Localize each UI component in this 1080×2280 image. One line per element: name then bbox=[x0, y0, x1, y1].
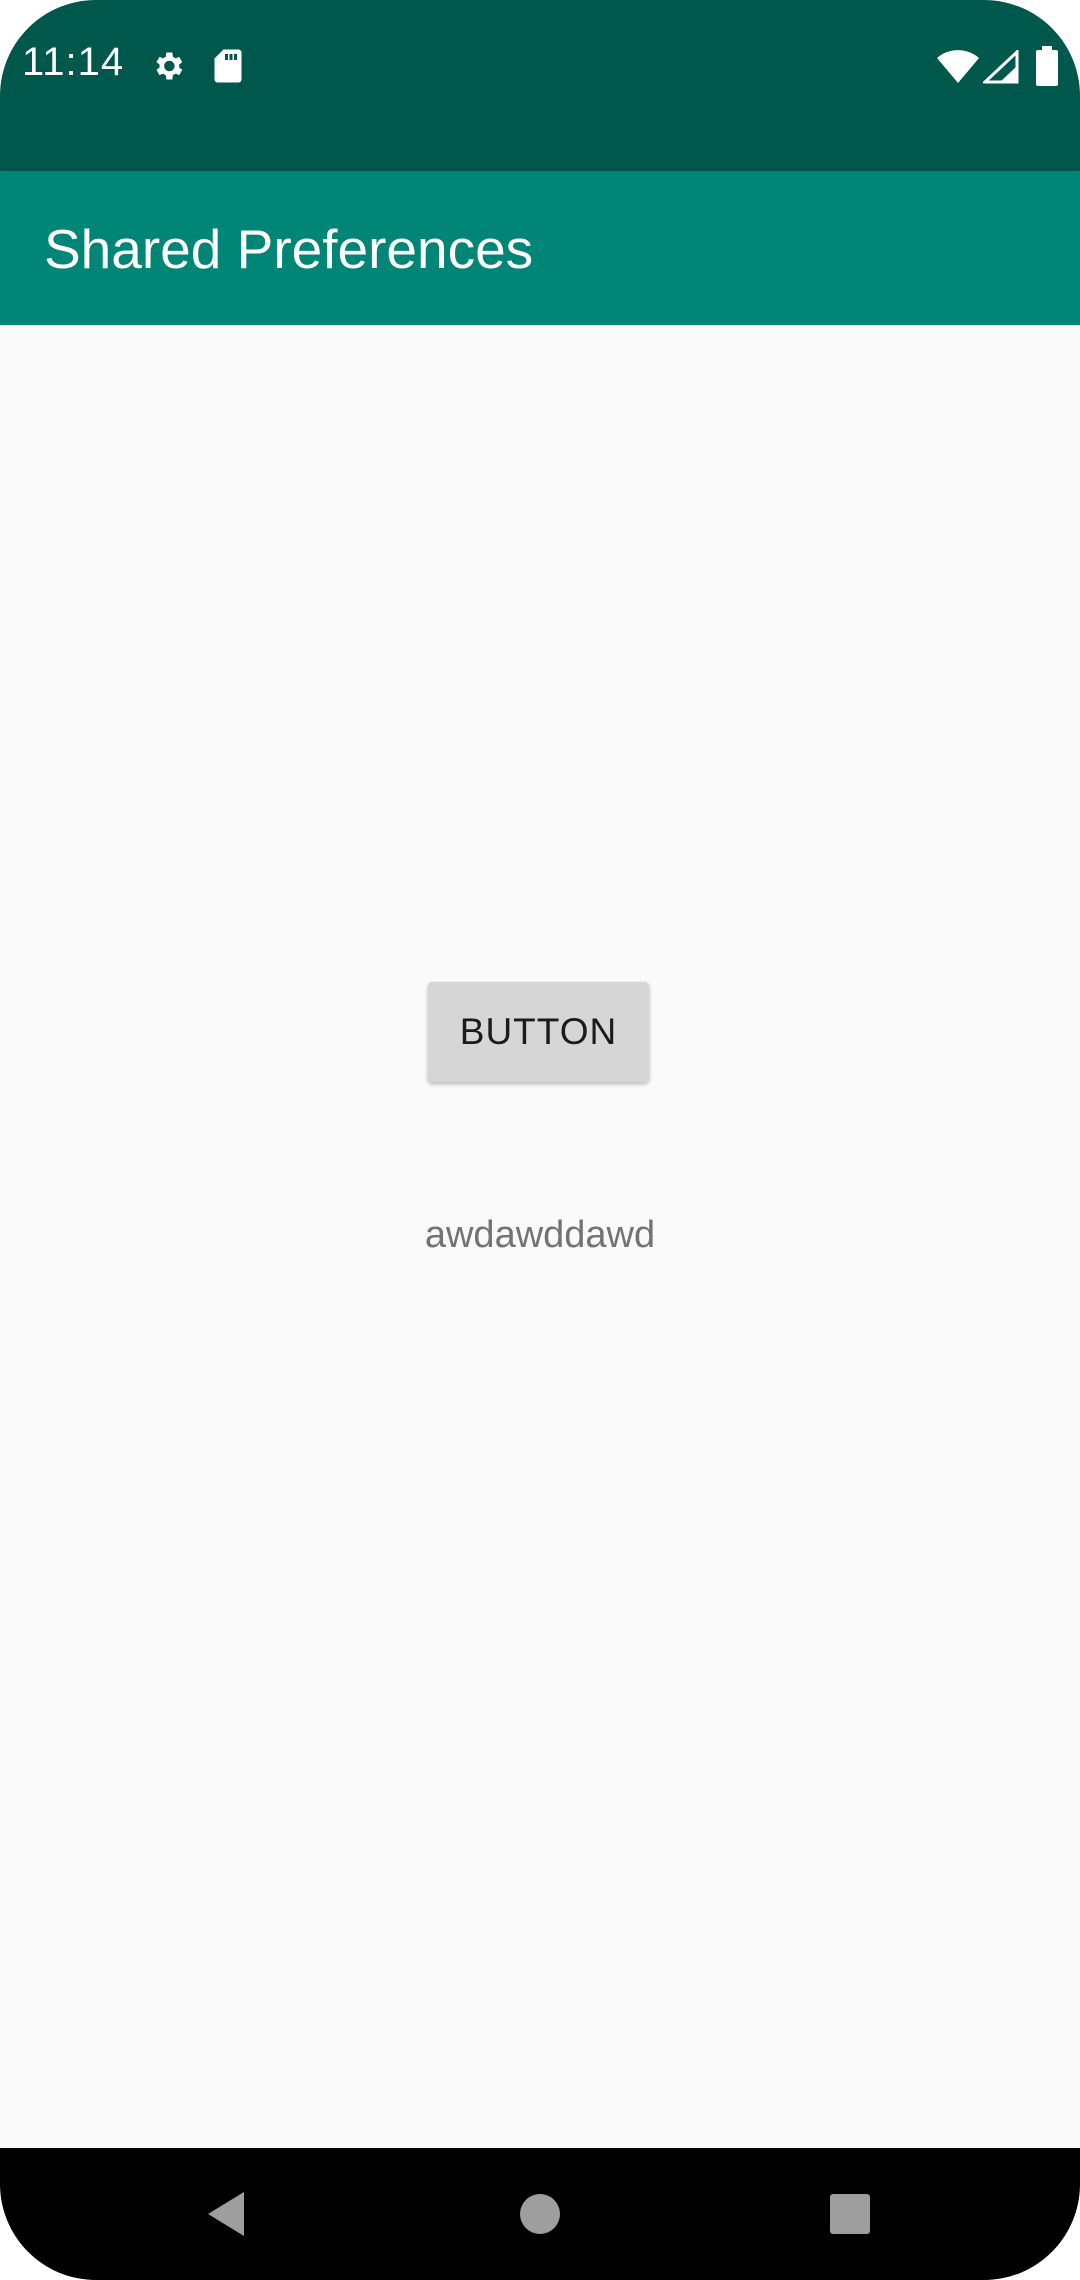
phone-screen: 11:14 Shared Preferences BUTTON awdawdda… bbox=[0, 0, 1080, 2280]
home-icon bbox=[520, 2194, 560, 2234]
signal-icon bbox=[981, 48, 1019, 89]
recents-icon bbox=[830, 2194, 870, 2234]
back-button[interactable] bbox=[156, 2148, 296, 2280]
app-bar: Shared Preferences bbox=[0, 171, 1080, 325]
navigation-bar bbox=[0, 2148, 1080, 2280]
status-bar: 11:14 bbox=[0, 0, 1080, 171]
main-button[interactable]: BUTTON bbox=[428, 982, 649, 1082]
home-button[interactable] bbox=[470, 2148, 610, 2280]
main-text-view: awdawddawd bbox=[424, 1214, 656, 1256]
wifi-icon bbox=[936, 50, 980, 89]
recents-button[interactable] bbox=[780, 2148, 920, 2280]
battery-icon bbox=[1036, 46, 1058, 91]
app-title: Shared Preferences bbox=[44, 218, 534, 280]
sd-card-icon bbox=[213, 48, 243, 89]
gear-icon bbox=[150, 48, 186, 89]
status-time: 11:14 bbox=[22, 40, 125, 84]
main-content: BUTTON awdawddawd bbox=[0, 325, 1080, 2148]
back-icon bbox=[208, 2192, 244, 2236]
